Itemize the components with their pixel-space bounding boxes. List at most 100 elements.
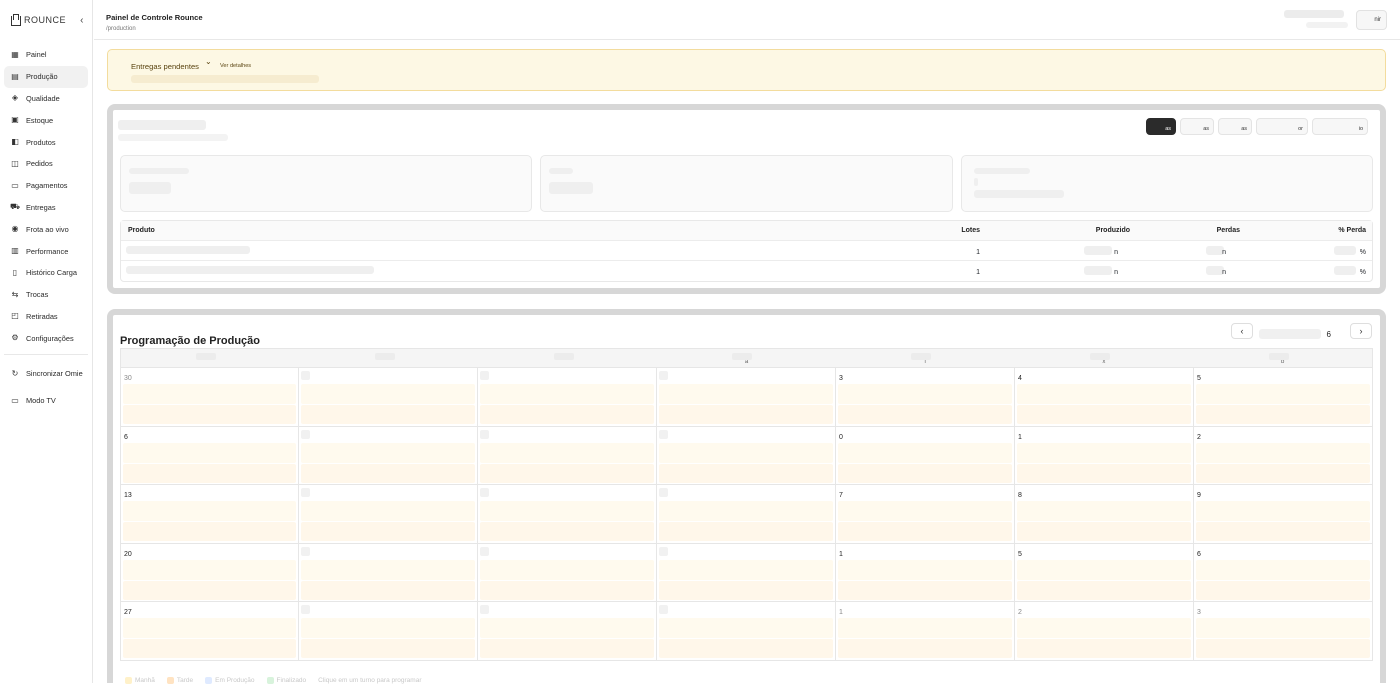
morning-shift-slot[interactable] — [1017, 442, 1191, 463]
calendar-day[interactable]: 13 — [120, 485, 299, 544]
calendar-day[interactable] — [657, 368, 836, 427]
afternoon-shift-slot[interactable] — [659, 522, 833, 542]
afternoon-shift-slot[interactable] — [123, 522, 296, 542]
afternoon-shift-slot[interactable] — [659, 463, 833, 483]
morning-shift-slot[interactable] — [123, 559, 296, 580]
afternoon-shift-slot[interactable] — [1196, 639, 1370, 659]
period-option[interactable]: as — [1180, 118, 1214, 135]
morning-shift-slot[interactable] — [838, 559, 1012, 580]
chevron-down-icon[interactable]: ⌄ — [205, 57, 212, 66]
calendar-day[interactable] — [299, 543, 478, 603]
afternoon-shift-slot[interactable] — [301, 522, 475, 542]
afternoon-shift-slot[interactable] — [301, 580, 475, 600]
calendar-day[interactable]: 1 — [836, 543, 1015, 603]
calendar-day[interactable]: 30 — [120, 368, 299, 427]
afternoon-shift-slot[interactable] — [1196, 580, 1370, 600]
afternoon-shift-slot[interactable] — [123, 580, 296, 600]
brand[interactable]: ROUNCE ‹ — [10, 12, 84, 28]
morning-shift-slot[interactable] — [1017, 501, 1191, 522]
afternoon-shift-slot[interactable] — [1017, 639, 1191, 659]
sidebar-item-produ-o[interactable]: ▤ Produção — [4, 65, 88, 88]
calendar-day[interactable]: 8 — [1015, 485, 1194, 544]
morning-shift-slot[interactable] — [1196, 618, 1370, 639]
afternoon-shift-slot[interactable] — [1196, 463, 1370, 483]
calendar-day[interactable] — [657, 602, 836, 661]
calendar-day[interactable] — [478, 485, 657, 544]
afternoon-shift-slot[interactable] — [480, 522, 654, 542]
morning-shift-slot[interactable] — [301, 501, 475, 522]
calendar-day[interactable] — [299, 426, 478, 486]
morning-shift-slot[interactable] — [301, 384, 475, 404]
morning-shift-slot[interactable] — [1196, 501, 1370, 522]
morning-shift-slot[interactable] — [659, 501, 833, 522]
calendar-day[interactable]: 3 — [836, 368, 1015, 427]
calendar-day[interactable]: 2 — [1015, 602, 1194, 661]
calendar-day[interactable] — [299, 602, 478, 661]
calendar-day[interactable]: 4 — [1015, 368, 1194, 427]
sidebar-item-modo-tv[interactable]: ▭ Modo TV — [4, 387, 88, 414]
morning-shift-slot[interactable] — [838, 618, 1012, 639]
morning-shift-slot[interactable] — [1017, 384, 1191, 404]
calendar-day[interactable]: 27 — [120, 602, 299, 661]
sidebar-item-qualidade[interactable]: ◈ Qualidade — [4, 88, 88, 110]
afternoon-shift-slot[interactable] — [123, 405, 296, 424]
period-option[interactable]: or — [1256, 118, 1308, 135]
morning-shift-slot[interactable] — [301, 442, 475, 463]
afternoon-shift-slot[interactable] — [659, 639, 833, 659]
calendar-day[interactable] — [657, 485, 836, 544]
sidebar-item-performance[interactable]: ▥ Performance — [4, 240, 88, 262]
chevron-left-icon[interactable]: ‹ — [80, 15, 84, 26]
morning-shift-slot[interactable] — [480, 501, 654, 522]
morning-shift-slot[interactable] — [1017, 618, 1191, 639]
prev-month-button[interactable]: ‹ — [1231, 323, 1253, 339]
sidebar-item-frota-ao-vivo[interactable]: ◉ Frota ao vivo — [4, 218, 88, 240]
morning-shift-slot[interactable] — [480, 559, 654, 580]
morning-shift-slot[interactable] — [301, 618, 475, 639]
morning-shift-slot[interactable] — [480, 618, 654, 639]
afternoon-shift-slot[interactable] — [480, 639, 654, 659]
logout-button[interactable]: nir — [1356, 10, 1387, 30]
sidebar-item-retiradas[interactable]: ◰ Retiradas — [4, 306, 88, 328]
afternoon-shift-slot[interactable] — [480, 580, 654, 600]
afternoon-shift-slot[interactable] — [480, 463, 654, 483]
period-option[interactable]: as — [1146, 118, 1176, 135]
afternoon-shift-slot[interactable] — [1196, 405, 1370, 424]
morning-shift-slot[interactable] — [1017, 559, 1191, 580]
afternoon-shift-slot[interactable] — [659, 405, 833, 424]
calendar-day[interactable] — [478, 368, 657, 427]
calendar-day[interactable]: 5 — [1015, 543, 1194, 603]
morning-shift-slot[interactable] — [123, 618, 296, 639]
morning-shift-slot[interactable] — [123, 384, 296, 404]
sidebar-item-produtos[interactable]: ◧ Produtos — [4, 131, 88, 153]
calendar-day[interactable]: 0 — [836, 426, 1015, 486]
afternoon-shift-slot[interactable] — [301, 405, 475, 424]
afternoon-shift-slot[interactable] — [1017, 405, 1191, 424]
calendar-day[interactable]: 1 — [836, 602, 1015, 661]
calendar-day[interactable] — [299, 368, 478, 427]
calendar-day[interactable]: 1 — [1015, 426, 1194, 486]
calendar-day[interactable]: 6 — [1194, 543, 1373, 603]
calendar-day[interactable]: 6 — [120, 426, 299, 486]
sidebar-item-configura-es[interactable]: ⚙ Configurações — [4, 327, 88, 349]
afternoon-shift-slot[interactable] — [838, 522, 1012, 542]
calendar-day[interactable] — [478, 602, 657, 661]
period-option[interactable]: io — [1312, 118, 1368, 135]
sidebar-item-estoque[interactable]: ▣ Estoque — [4, 109, 88, 131]
morning-shift-slot[interactable] — [659, 442, 833, 463]
morning-shift-slot[interactable] — [1196, 384, 1370, 404]
sidebar-item-pedidos[interactable]: ◫ Pedidos — [4, 153, 88, 175]
afternoon-shift-slot[interactable] — [838, 463, 1012, 483]
calendar-day[interactable]: 9 — [1194, 485, 1373, 544]
calendar-day[interactable] — [657, 426, 836, 486]
morning-shift-slot[interactable] — [838, 501, 1012, 522]
sidebar-item-entregas[interactable]: ⛟ Entregas — [4, 197, 88, 219]
morning-shift-slot[interactable] — [838, 442, 1012, 463]
table-row[interactable]: 1 n n % — [121, 241, 1372, 261]
sidebar-item-sincronizar-omie[interactable]: ↻ Sincronizar Omie — [4, 360, 88, 387]
calendar-day[interactable]: 20 — [120, 543, 299, 603]
next-month-button[interactable]: › — [1350, 323, 1372, 339]
sidebar-item-painel[interactable]: ▦ Painel — [4, 44, 88, 66]
calendar-day[interactable] — [299, 485, 478, 544]
sidebar-item-trocas[interactable]: ⇆ Trocas — [4, 284, 88, 306]
morning-shift-slot[interactable] — [659, 384, 833, 404]
